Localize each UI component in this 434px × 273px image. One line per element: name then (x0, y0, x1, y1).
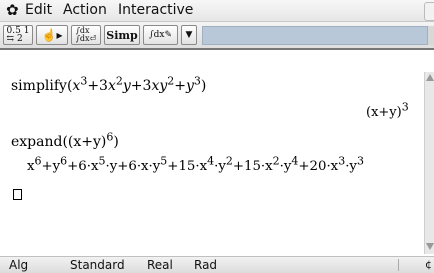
simp-label: Simp (106, 28, 138, 42)
status-rad[interactable]: Rad (194, 258, 217, 272)
simp-button[interactable]: Simp (104, 25, 140, 45)
vertical-scrollbar[interactable] (424, 72, 434, 254)
scroll-up-icon[interactable] (426, 74, 434, 81)
fraction-decimal-button[interactable]: 0.5 1 ⇆ 2 (3, 25, 33, 45)
battery-icon: ¢ (425, 258, 432, 271)
work-area[interactable]: simplify(x3+3x2y+3xy2+y3) (x+y)3 expand(… (0, 72, 424, 254)
menu-interactive[interactable]: Interactive (118, 2, 193, 18)
input-cursor-box[interactable] (13, 189, 22, 200)
pan-pointer-button[interactable]: ☝▸ (36, 25, 68, 45)
input-line-2[interactable]: expand((x+y)6) (11, 131, 119, 150)
output-line-2: x6+y6+6·x5·y+6·x·y5+15·x4·y2+15·x2·y4+20… (27, 154, 364, 174)
scroll-down-icon[interactable] (426, 243, 434, 250)
status-separator (398, 259, 399, 271)
integral-pen-icon: ∫dx✎ (148, 30, 173, 40)
integral-convert-icon: ∫dx ∫dx⏎ (75, 26, 97, 43)
hand-pointer-icon: ☝▸ (41, 28, 63, 42)
status-real[interactable]: Real (147, 258, 173, 272)
expand-expr: expand((x+y) (11, 134, 107, 150)
integral-convert-button[interactable]: ∫dx ∫dx⏎ (71, 25, 101, 45)
menu-bar: ✿ Edit Action Interactive (0, 0, 434, 22)
status-alg[interactable]: Alg (9, 258, 28, 272)
toolbar-edge (428, 26, 434, 45)
integral-pen-button[interactable]: ∫dx✎ (143, 25, 178, 45)
status-bar: Alg Standard Real Rad ¢ (0, 256, 434, 273)
toolbar-empty-area (202, 26, 428, 45)
chevron-down-icon: ▼ (185, 30, 193, 40)
menu-edit[interactable]: Edit (25, 2, 52, 18)
toolbar-dropdown-button[interactable]: ▼ (181, 25, 197, 45)
menu-action[interactable]: Action (63, 2, 107, 18)
status-standard[interactable]: Standard (70, 258, 125, 272)
fraction-decimal-icon: 0.5 1 ⇆ 2 (6, 26, 30, 44)
result-1: (x+y) (366, 105, 402, 120)
gear-icon[interactable]: ✿ (6, 1, 19, 19)
window-control[interactable] (424, 2, 434, 21)
output-line-1: (x+y)3 (366, 100, 409, 120)
toolbar: 0.5 1 ⇆ 2 ☝▸ ∫dx ∫dx⏎ Simp ∫dx✎ ▼ (0, 22, 434, 50)
func-simplify: simplify (11, 78, 67, 94)
input-line-1[interactable]: simplify(x3+3x2y+3xy2+y3) (11, 75, 206, 94)
